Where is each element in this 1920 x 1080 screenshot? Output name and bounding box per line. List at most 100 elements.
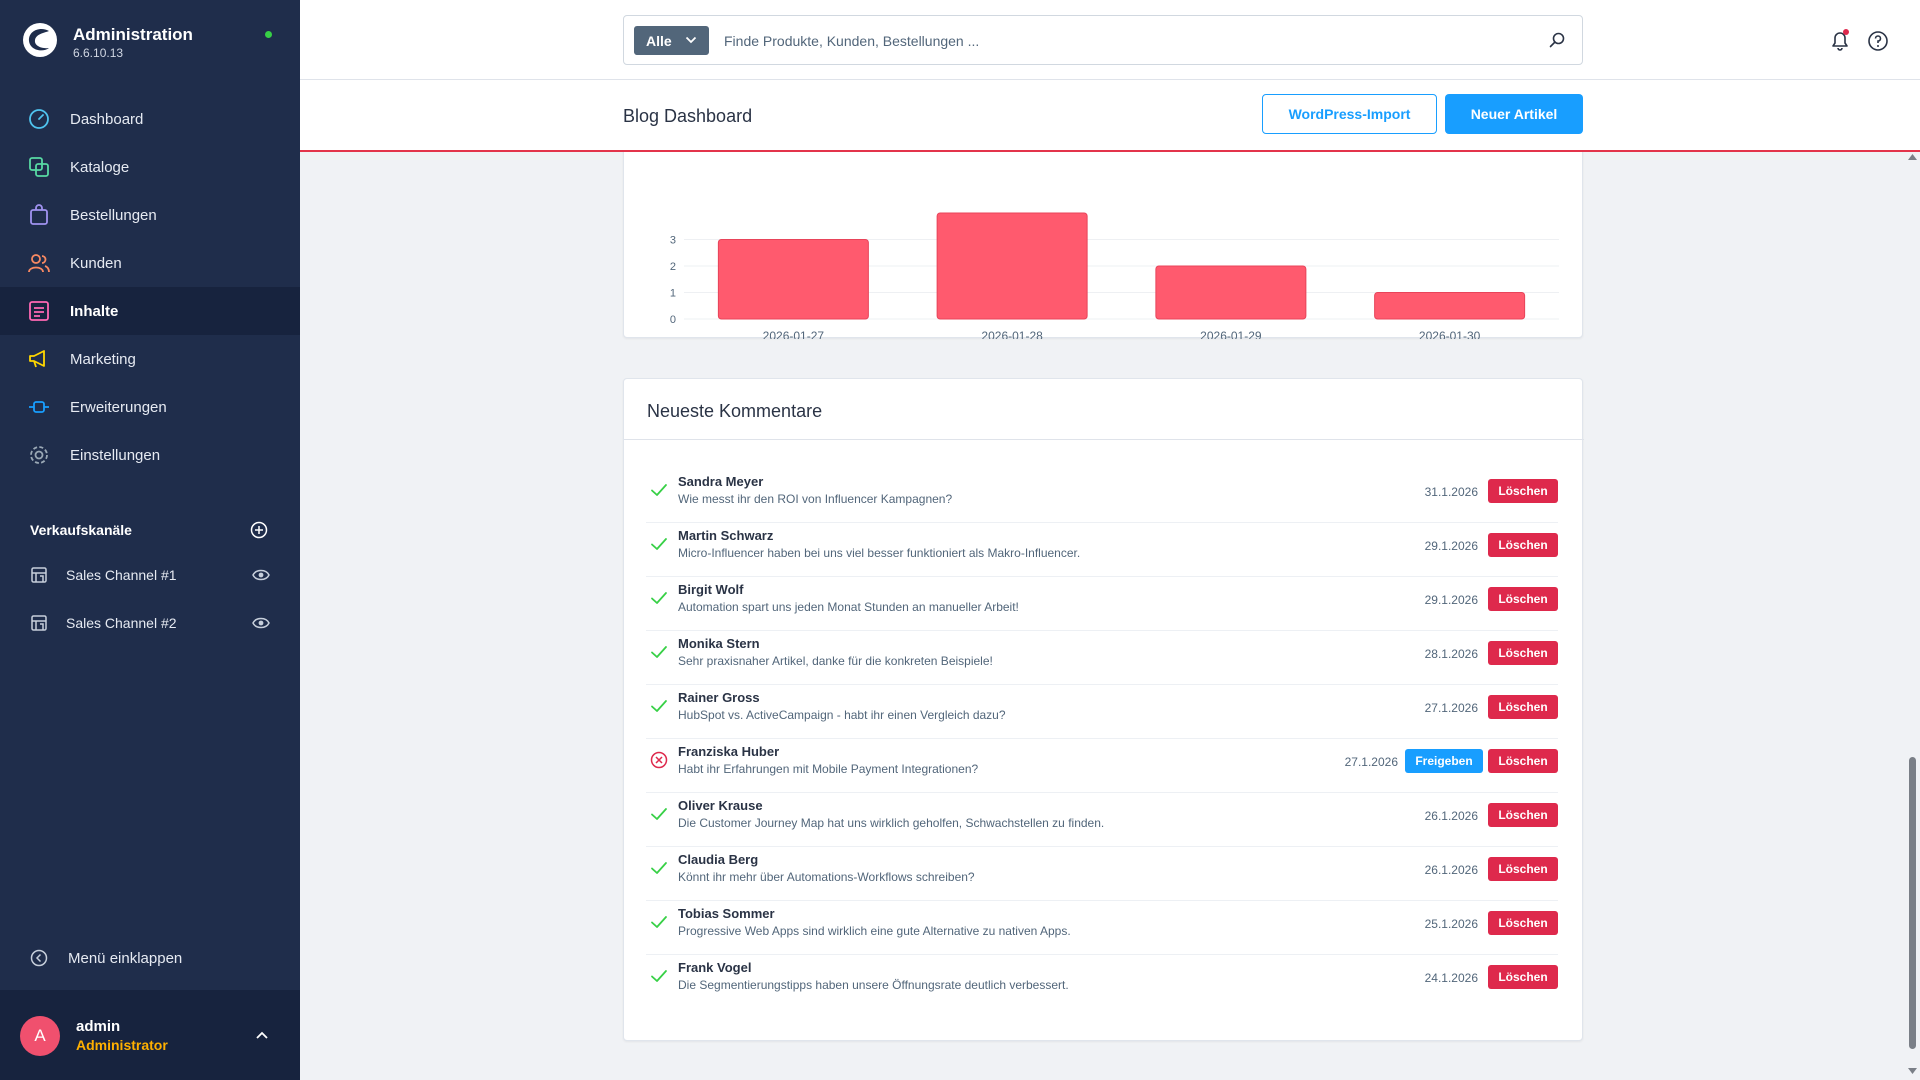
- check-icon: [651, 700, 667, 712]
- check-icon: [651, 592, 667, 604]
- comment-text: Progressive Web Apps sind wirklich eine …: [678, 924, 1071, 938]
- nav-label: Marketing: [70, 350, 136, 368]
- page-title: Blog Dashboard: [623, 106, 753, 126]
- comment-date: 27.1.2026: [1344, 755, 1398, 769]
- comment-date: 27.1.2026: [1424, 701, 1478, 715]
- smart-bar: Blog Dashboard WordPress-Import Neuer Ar…: [300, 80, 1920, 152]
- status-online-indicator: [265, 31, 272, 38]
- user-menu[interactable]: A admin Administrator: [0, 990, 300, 1080]
- sales-channels-title: Verkaufskanäle: [30, 522, 132, 538]
- y-tick-label: 2: [670, 261, 676, 273]
- comment-row: Frank Vogel Die Segmentierungstipps haben…: [646, 955, 1558, 1009]
- comment-date: 25.1.2026: [1424, 917, 1478, 931]
- chart-card: 0 1 2 3 2026-01-27 2026-01-28 2026-01-29 2026-0…: [623, 152, 1583, 343]
- brand[interactable]: Administration 6.6.10.13: [0, 0, 300, 84]
- comment-author: Sandra Meyer: [678, 474, 764, 489]
- collapse-label: Menü einklappen: [68, 949, 183, 967]
- storefront-icon: [31, 567, 47, 583]
- comment-author: Franziska Huber: [678, 744, 780, 759]
- delete-button[interactable]: Löschen: [1488, 533, 1558, 557]
- content-icon: [29, 301, 49, 321]
- delete-button[interactable]: Löschen: [1488, 695, 1558, 719]
- nav-item-kataloge[interactable]: Kataloge: [0, 143, 300, 191]
- scroll-thumb[interactable]: [1909, 757, 1916, 1049]
- eye-icon[interactable]: [252, 568, 270, 582]
- nav-item-einstellungen[interactable]: Einstellungen: [0, 431, 300, 479]
- latest-comments-card: Neueste Kommentare Sandra Meyer Wie messt…: [623, 378, 1584, 1041]
- notification-bell-icon[interactable]: [1829, 28, 1851, 52]
- sales-channel-item[interactable]: Sales Channel #1: [0, 551, 300, 599]
- search-input[interactable]: [724, 26, 1524, 55]
- delete-button[interactable]: Löschen: [1488, 479, 1558, 503]
- nav-item-dashboard[interactable]: Dashboard: [0, 95, 300, 143]
- nav-item-kunden[interactable]: Kunden: [0, 239, 300, 287]
- eye-icon[interactable]: [252, 616, 270, 630]
- delete-button[interactable]: Löschen: [1488, 749, 1558, 773]
- comment-author: Martin Schwarz: [678, 528, 774, 543]
- global-search: Alle: [623, 15, 1583, 65]
- wordpress-import-button[interactable]: WordPress-Import: [1262, 94, 1437, 134]
- comment-date: 28.1.2026: [1424, 647, 1478, 661]
- delete-button[interactable]: Löschen: [1488, 803, 1558, 827]
- add-sales-channel-icon[interactable]: [250, 521, 268, 539]
- chevron-up-icon[interactable]: [255, 1030, 269, 1040]
- y-tick-label: 3: [670, 235, 676, 247]
- comment-author: Birgit Wolf: [678, 582, 744, 597]
- collapse-menu-button[interactable]: Menü einklappen: [0, 934, 300, 982]
- chart-bar[interactable]: [717, 239, 869, 320]
- check-icon: [651, 970, 667, 982]
- chart-bar[interactable]: [1374, 292, 1526, 320]
- comment-author: Frank Vogel: [678, 960, 752, 975]
- delete-button[interactable]: Löschen: [1488, 641, 1558, 665]
- shopware-logo-icon: [23, 23, 57, 57]
- comment-text: Automation spart uns jeden Monat Stunden…: [678, 600, 1019, 614]
- x-tick-label: 2026-01-27: [763, 329, 825, 339]
- nav-label: Kunden: [70, 254, 122, 272]
- chart-bar[interactable]: [936, 212, 1088, 320]
- new-article-button[interactable]: Neuer Artikel: [1445, 94, 1583, 134]
- delete-button[interactable]: Löschen: [1488, 965, 1558, 989]
- scroll-down-arrow-icon[interactable]: [1908, 1068, 1917, 1074]
- nav-item-marketing[interactable]: Marketing: [0, 335, 300, 383]
- gear-icon: [30, 446, 48, 464]
- content-area: 0 1 2 3 2026-01-27 2026-01-28 2026-01-29 2026-0…: [300, 152, 1905, 1080]
- comment-text: Wie messt ihr den ROI von Influencer Kam…: [678, 492, 953, 506]
- comment-row: Franziska Huber Habt ihr Erfahrungen mit …: [646, 739, 1558, 793]
- comment-date: 29.1.2026: [1424, 593, 1478, 607]
- search-icon[interactable]: [1548, 31, 1566, 49]
- nav-item-bestellungen[interactable]: Bestellungen: [0, 191, 300, 239]
- plug-icon: [29, 401, 49, 413]
- comment-text: Die Segmentierungstipps haben unsere Öff…: [678, 978, 1069, 992]
- search-type-label: Alle: [646, 32, 672, 49]
- gauge-icon: [29, 109, 49, 129]
- nav-label: Erweiterungen: [70, 398, 167, 416]
- bar-chart: 0 1 2 3 2026-01-27 2026-01-28 2026-01-29 2026-0…: [670, 212, 1559, 343]
- approve-button[interactable]: Freigeben: [1405, 749, 1483, 773]
- user-role: Administrator: [76, 1037, 168, 1053]
- nav-item-erweiterungen[interactable]: Erweiterungen: [0, 383, 300, 431]
- sales-channel-item[interactable]: Sales Channel #2: [0, 599, 300, 647]
- chevron-left-circle-icon: [30, 949, 48, 967]
- help-icon[interactable]: [1867, 30, 1889, 52]
- comment-text: Micro-Influencer haben bei uns viel bess…: [678, 546, 1081, 560]
- comment-row: Sandra Meyer Wie messt ihr den ROI von In…: [646, 469, 1558, 523]
- comment-row: Birgit Wolf Automation spart uns jeden Mo…: [646, 577, 1558, 631]
- search-type-dropdown[interactable]: Alle: [634, 26, 709, 55]
- comment-row: Monika Stern Sehr praxisnaher Artikel, da…: [646, 631, 1558, 685]
- chart-bar[interactable]: [1155, 265, 1307, 320]
- delete-button[interactable]: Löschen: [1488, 587, 1558, 611]
- comment-date: 29.1.2026: [1424, 539, 1478, 553]
- comment-row: Tobias Sommer Progressive Web Apps sind w…: [646, 901, 1558, 955]
- nav-label: Inhalte: [70, 302, 119, 320]
- avatar: A: [20, 1016, 60, 1056]
- scroll-up-arrow-icon[interactable]: [1908, 154, 1917, 160]
- delete-button[interactable]: Löschen: [1488, 911, 1558, 935]
- comment-date: 26.1.2026: [1424, 809, 1478, 823]
- catalog-icon: [29, 157, 49, 177]
- unapproved-x-circle-icon: [650, 751, 668, 769]
- delete-button[interactable]: Löschen: [1488, 857, 1558, 881]
- comment-author: Monika Stern: [678, 636, 760, 651]
- nav-item-inhalte[interactable]: Inhalte: [0, 287, 300, 335]
- sales-channel-label: Sales Channel #1: [66, 567, 177, 583]
- scrollbar[interactable]: [1905, 152, 1920, 1080]
